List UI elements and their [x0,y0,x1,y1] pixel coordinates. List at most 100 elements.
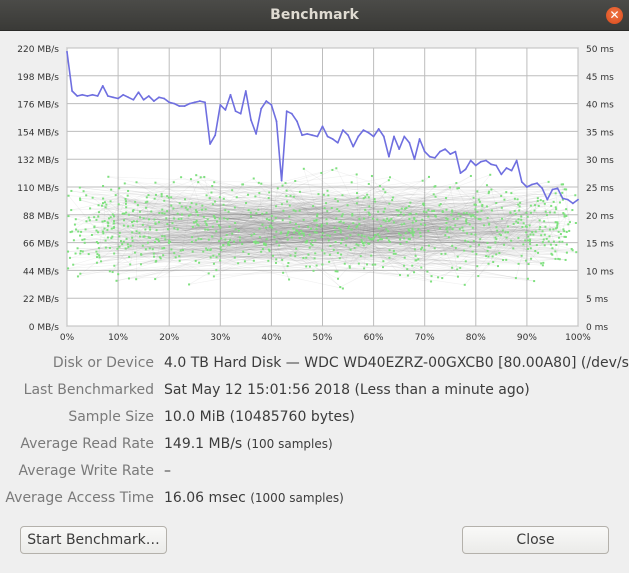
access-time-point [399,242,402,245]
access-time-point [377,239,380,242]
access-time-point [201,204,204,207]
read-rate-point [96,95,99,97]
sample-size-label: Sample Size [68,409,154,425]
read-rate-point [244,90,247,92]
read-rate-point [362,129,365,132]
access-time-point [107,175,110,178]
access-time-point [279,232,282,235]
access-time-point [320,171,323,174]
access-time-point [365,263,368,266]
access-time-point [218,240,221,243]
access-time-point [397,232,400,235]
access-time-point [568,229,571,232]
read-rate-point [556,187,559,190]
access-time-point [287,232,290,235]
access-time-point [278,244,281,247]
access-time-point [161,212,164,215]
access-time-point [352,222,355,225]
read-rate-point [152,100,155,102]
access-time-point [431,210,434,213]
access-time-point [421,218,424,221]
access-time-point [343,262,346,265]
access-time-point [386,217,389,220]
access-time-point [265,238,268,241]
access-time-point [323,252,326,255]
access-time-point [317,193,320,196]
access-time-point [331,168,334,171]
access-time-point [105,203,108,206]
read-rate-point [239,112,242,115]
access-time-point [459,266,462,269]
access-time-point [457,212,460,215]
read-rate-point [219,103,222,106]
read-rate-point [520,181,523,183]
access-time-point [391,196,394,199]
access-time-point [415,212,418,215]
access-time-point [468,213,471,216]
access-time-point [70,209,73,212]
access-time-point [552,240,555,243]
info-row-write-rate: Average Write Rate – [0,463,629,483]
access-time-point [349,248,352,251]
access-time-point [308,233,311,236]
access-time-point [557,230,560,233]
access-time-point [297,225,300,228]
read-rate-point [311,134,314,137]
access-time-point [403,237,406,240]
access-time-point [142,217,145,220]
access-time-point [420,266,423,269]
read-rate-point [127,96,130,99]
access-time-point [224,209,227,212]
access-time-point [408,205,411,208]
access-time-point [565,208,568,211]
access-time-point [531,231,534,234]
access-time-point [287,261,290,264]
access-time-point [522,222,525,225]
access-time-point [286,238,289,241]
access-time-point [387,179,390,182]
y-tick-right: 35 ms [586,128,614,138]
access-time-point [153,197,156,200]
access-time-point [486,216,489,219]
x-tick: 20% [159,333,179,343]
access-time-point [357,244,360,247]
access-time-point [556,222,559,225]
access-time-point [340,253,343,256]
access-time-point [385,237,388,240]
access-time-point [358,217,361,220]
read-rate-value: 149.1 MB/s [164,436,243,452]
access-time-point [118,187,121,190]
access-time-point [191,225,194,228]
access-time-point [162,254,165,257]
access-time-point [551,247,554,250]
access-time-point [97,242,100,245]
access-time-point [463,283,466,286]
access-time-point [554,257,557,260]
read-rate-point [403,135,406,138]
access-time-point [525,231,528,234]
start-benchmark-button[interactable]: Start Benchmark… [20,526,167,554]
access-time-point [203,175,206,178]
access-time-point [218,196,221,199]
access-time-point [471,213,474,216]
close-window-icon[interactable]: ✕ [606,7,623,24]
access-time-point [222,244,225,247]
access-time-point [263,242,266,245]
access-time-point [554,250,557,253]
access-time-point [558,240,561,243]
access-time-point [234,228,237,231]
access-time-point [461,226,464,229]
close-button[interactable]: Close [462,526,609,554]
y-tick-left: 66 MB/s [23,240,59,250]
access-time-point [574,222,577,225]
access-time-point [468,223,471,226]
access-time-point [188,283,191,286]
access-time-point [348,265,351,268]
access-time-point [194,259,197,262]
access-time-point [95,250,98,253]
access-time-point [554,221,557,224]
access-time-point [334,231,337,234]
access-time-point [139,263,142,266]
access-time-point [273,236,276,239]
access-time-point [471,226,474,229]
